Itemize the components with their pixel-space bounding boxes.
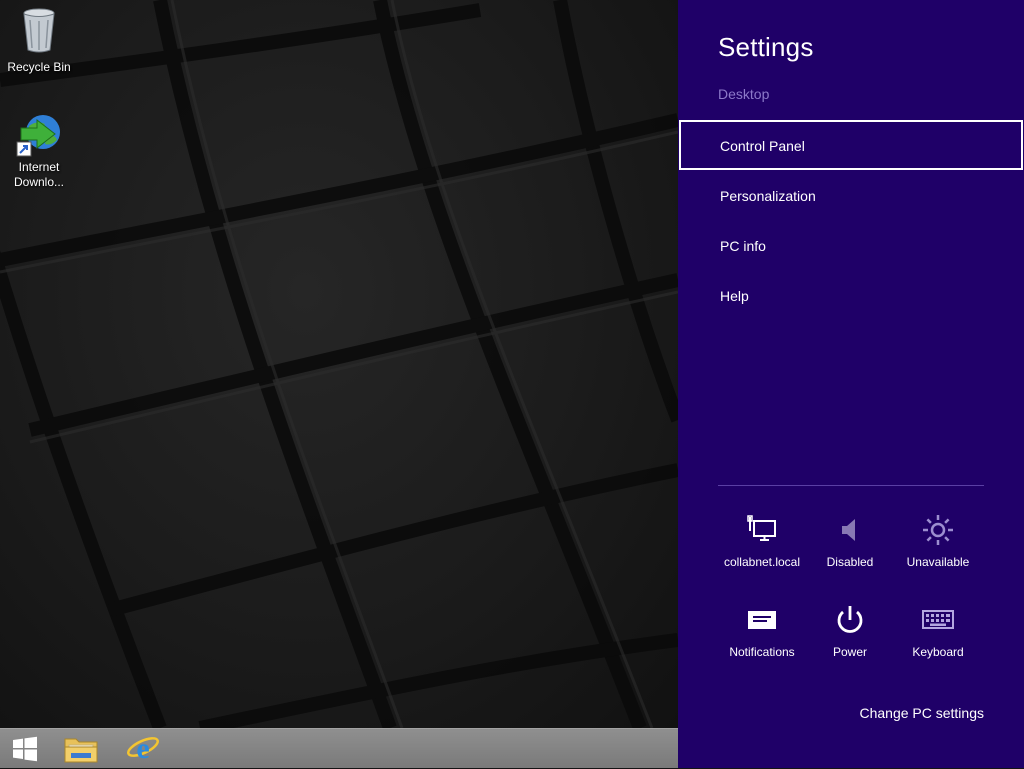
taskbar-internet-explorer[interactable]: e xyxy=(118,729,168,769)
internet-explorer-icon: e xyxy=(127,733,159,765)
tile-power[interactable]: Power xyxy=(806,600,894,670)
menu-pc-info[interactable]: PC info xyxy=(679,220,1023,270)
svg-text:e: e xyxy=(136,733,149,765)
menu-personalization[interactable]: Personalization xyxy=(679,170,1023,220)
tile-brightness[interactable]: Unavailable xyxy=(894,510,982,580)
settings-divider xyxy=(718,485,984,486)
notifications-icon xyxy=(748,611,776,629)
desktop[interactable]: Recycle Bin Internet Downlo... xyxy=(0,0,678,728)
recycle-bin-icon xyxy=(1,8,77,58)
start-button[interactable] xyxy=(0,729,50,769)
wallpaper xyxy=(0,0,678,728)
brightness-icon xyxy=(923,515,953,545)
desktop-icon-recycle-bin[interactable]: Recycle Bin xyxy=(1,8,77,75)
tile-notifications[interactable]: Notifications xyxy=(718,600,806,670)
tile-volume[interactable]: Disabled xyxy=(806,510,894,580)
menu-help[interactable]: Help xyxy=(679,270,1023,320)
settings-charm: Settings Desktop Control Panel Personali… xyxy=(678,0,1024,768)
settings-title: Settings xyxy=(718,32,814,62)
tile-label: Unavailable xyxy=(906,555,970,569)
internet-download-manager-icon xyxy=(15,112,63,158)
network-icon xyxy=(747,515,776,541)
desktop-icon-internet-download-manager[interactable]: Internet Downlo... xyxy=(1,112,77,190)
change-pc-settings-link[interactable]: Change PC settings xyxy=(859,705,984,721)
taskbar-file-explorer[interactable] xyxy=(56,729,106,769)
keyboard-icon xyxy=(922,610,954,629)
taskbar: e xyxy=(0,728,678,768)
tile-label: collabnet.local xyxy=(723,555,801,569)
tile-label: Notifications xyxy=(729,645,795,659)
desktop-icon-label: Internet Downlo... xyxy=(13,160,65,189)
tile-label: Power xyxy=(832,645,867,659)
tile-network[interactable]: collabnet.local xyxy=(718,510,806,580)
tile-label: Disabled xyxy=(826,555,874,569)
desktop-icon-label: Recycle Bin xyxy=(7,60,71,74)
volume-icon xyxy=(842,519,855,541)
tile-label: Keyboard xyxy=(912,645,964,659)
power-icon xyxy=(837,606,863,633)
file-explorer-icon xyxy=(64,738,98,763)
tile-keyboard[interactable]: Keyboard xyxy=(894,600,982,670)
windows-start-icon xyxy=(13,736,37,762)
menu-control-panel[interactable]: Control Panel xyxy=(679,120,1023,170)
settings-context: Desktop xyxy=(718,86,770,102)
